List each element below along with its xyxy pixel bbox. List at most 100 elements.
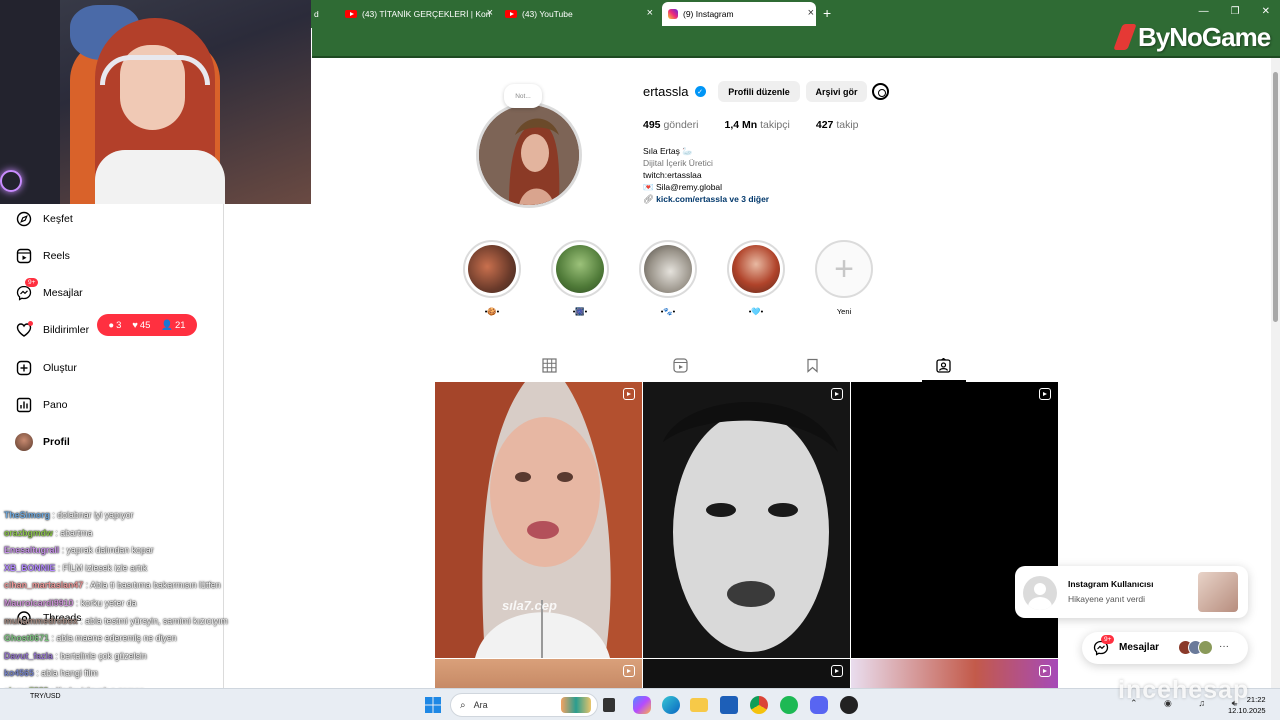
story-highlight[interactable]: •🩵•	[727, 240, 785, 316]
sidebar-item-label: Profil	[43, 436, 70, 448]
chat-text: : korku yeter da	[75, 598, 137, 608]
profile-bio-line: twitch:ertasslaa	[643, 170, 702, 180]
browser-tab-partial[interactable]: d	[312, 4, 342, 24]
sidebar-item-dashboard[interactable]: Pano	[16, 393, 68, 417]
messages-badge: 9+	[1101, 635, 1115, 644]
highlight-cover	[556, 245, 604, 293]
story-reply-toast[interactable]: Instagram Kullanıcısı Hikayene yanıt ver…	[1015, 566, 1248, 618]
comment-count: ● 3	[108, 319, 122, 331]
settings-gear-icon[interactable]	[872, 83, 889, 100]
highlight-cover	[468, 245, 516, 293]
sidebar-item-reels[interactable]: Reels	[16, 244, 70, 268]
close-icon[interactable]: ×	[808, 7, 814, 19]
tab-title: (43) YouTube	[522, 9, 573, 19]
compass-icon	[16, 211, 32, 227]
browser-tab-titanik[interactable]: (43) TİTANİK GERÇEKLERİ | Kon ×	[345, 4, 495, 24]
story-highlight[interactable]: •🍪•	[463, 240, 521, 316]
grid-post[interactable]	[643, 659, 850, 688]
profile-link[interactable]: 🔗︎ kick.com/ertassla ve 3 diğer	[643, 194, 769, 205]
obs-icon[interactable]	[840, 696, 858, 714]
messages-label: Mesajlar	[1119, 642, 1160, 653]
taskbar-search[interactable]: ⌕ Ara	[450, 693, 598, 717]
chat-username: XB_BONNIE	[4, 562, 56, 573]
stat-followers[interactable]: 1,4 Mn takipçi	[724, 119, 789, 131]
follow-count: 👤 21	[161, 319, 186, 331]
tab-posts-grid-icon[interactable]	[542, 358, 558, 374]
browser-tab-youtube[interactable]: (43) YouTube ×	[505, 4, 655, 24]
chat-username: Mauroicardi9910	[4, 598, 74, 608]
spotify-icon[interactable]	[780, 696, 798, 714]
file-explorer-icon[interactable]	[690, 698, 708, 712]
stat-posts[interactable]: 495 gönderi	[643, 119, 698, 131]
tab-title: (43) TİTANİK GERÇEKLERİ | Kon	[362, 9, 491, 19]
toast-subtitle: Hikayene yanıt verdi	[1068, 594, 1146, 604]
grid-post[interactable]	[435, 659, 642, 688]
instagram-icon	[668, 9, 678, 19]
store-icon[interactable]	[720, 696, 738, 714]
close-icon[interactable]: ×	[487, 7, 493, 19]
messages-floating-button[interactable]: 9+ Mesajlar ···	[1082, 632, 1248, 664]
page-scrollbar[interactable]	[1271, 58, 1280, 688]
ticker-label: TRY/USD	[30, 693, 61, 700]
view-archive-button[interactable]: Arşivi gör	[806, 81, 867, 102]
profile-tabs	[435, 352, 1058, 382]
close-icon[interactable]: ×	[647, 7, 653, 19]
link-icon: 🔗︎	[643, 194, 654, 204]
bynogame-logo: ByNoGame	[1113, 22, 1271, 53]
post-thumbnail	[435, 382, 642, 658]
grid-post[interactable]	[643, 382, 850, 658]
tab-tagged-icon[interactable]	[936, 357, 952, 374]
messenger-icon: 9+	[16, 278, 39, 301]
notification-summary-pill[interactable]: ● 3 ♥ 45 👤 21	[97, 314, 197, 336]
avatar	[15, 433, 33, 451]
task-view-icon[interactable]	[603, 698, 615, 712]
minimize-icon[interactable]: —	[1199, 6, 1209, 17]
discord-icon[interactable]	[810, 696, 828, 714]
story-highlight[interactable]: •🐾•	[639, 240, 697, 316]
highlight-label: •🎆•	[572, 307, 588, 316]
search-icon: ⌕	[460, 699, 466, 711]
profile-note-bubble[interactable]: Not...	[504, 84, 542, 108]
new-highlight-button[interactable]: + Yeni	[815, 240, 873, 316]
default-avatar-icon	[1023, 576, 1057, 610]
grid-post[interactable]	[851, 659, 1058, 688]
reel-indicator-icon	[1039, 665, 1051, 677]
chat-message: Davut_fazla : bertalinle çok güzelsin	[4, 651, 147, 661]
windows-start-icon[interactable]	[425, 697, 441, 718]
sidebar-item-profile[interactable]: Profil	[15, 430, 70, 454]
profile-avatar[interactable]	[479, 105, 579, 205]
sidebar-item-create[interactable]: Oluştur	[16, 356, 77, 380]
close-window-icon[interactable]: ✕	[1262, 6, 1270, 17]
stat-following[interactable]: 427 takip	[816, 119, 859, 131]
grid-post[interactable]: sıla7.cep	[435, 382, 642, 658]
scrollbar-thumb[interactable]	[1273, 72, 1278, 322]
new-tab-button[interactable]: +	[823, 5, 831, 21]
chat-text: : FİLM izlesek izle artık	[57, 562, 148, 573]
sidebar-item-explore[interactable]: Keşfet	[16, 207, 73, 231]
chat-text: : abla testmi yürsyin, samimi kızıcıyım	[80, 615, 228, 626]
chat-text: : abla hangi film	[36, 668, 98, 679]
edit-profile-button[interactable]: Profili düzenle	[718, 81, 800, 102]
chat-message: TheSimorg : dolabnar iyi yapıyor	[4, 510, 134, 520]
browser-tab-instagram[interactable]: (9) Instagram ×	[662, 2, 816, 26]
tab-reels-icon[interactable]	[673, 358, 689, 374]
person-icon: 👤	[161, 319, 174, 331]
story-highlight[interactable]: •🎆•	[551, 240, 609, 316]
chat-message: Mauroicardi9910 : korku yeter da	[4, 598, 137, 608]
sidebar-item-notifications[interactable]: Bildirimler	[16, 318, 89, 342]
sidebar-item-messages[interactable]: 9+ Mesajlar	[16, 278, 83, 305]
chat-username: cihan_martaslan47	[4, 580, 84, 591]
highlight-cover	[644, 245, 692, 293]
chat-text: : abartma	[55, 527, 93, 538]
highlight-label: •🍪•	[484, 307, 500, 316]
notification-dot	[28, 321, 33, 326]
chat-username: Ghost0671	[4, 633, 49, 644]
tab-title: d	[314, 9, 319, 19]
maximize-icon[interactable]: ❐	[1231, 6, 1240, 17]
profile-bio-line: 💌 Sila@remy.global	[643, 182, 723, 192]
sidebar-item-label: Oluştur	[43, 362, 77, 374]
chrome-icon[interactable]	[750, 696, 768, 714]
tab-saved-icon[interactable]	[805, 358, 821, 374]
copilot-icon[interactable]	[633, 696, 651, 714]
edge-icon[interactable]	[662, 696, 680, 714]
